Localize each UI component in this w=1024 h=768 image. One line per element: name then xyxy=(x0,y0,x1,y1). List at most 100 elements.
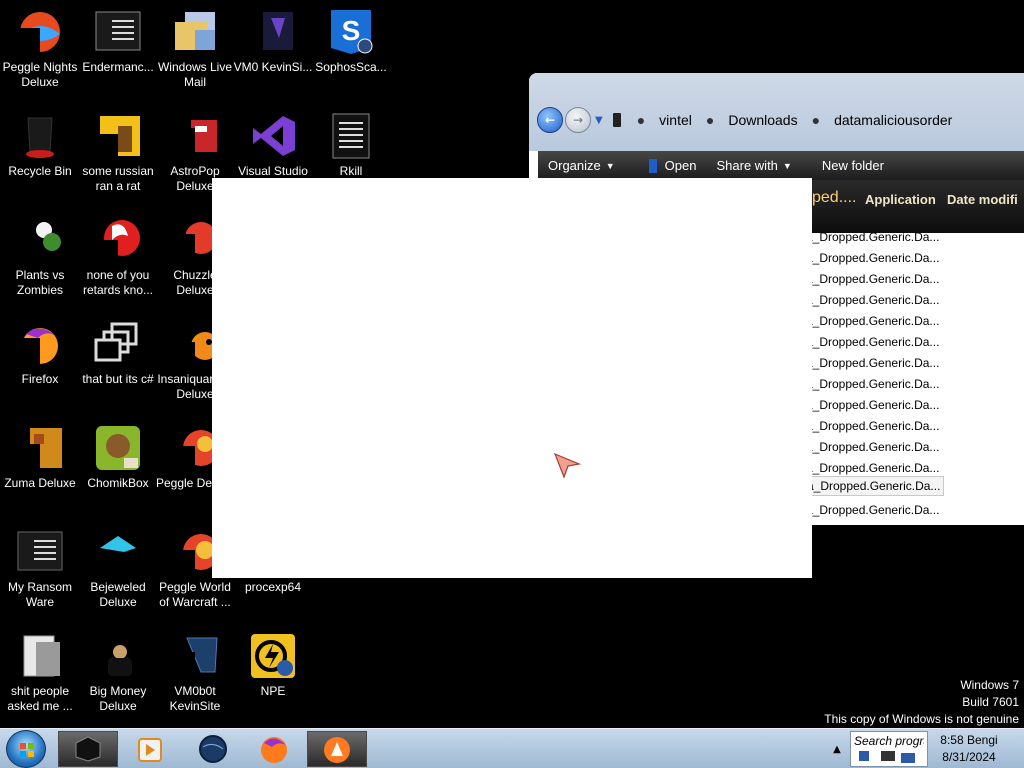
taskbar-explorer-button[interactable] xyxy=(58,731,118,767)
taskbar-media-button[interactable] xyxy=(120,731,180,767)
firefox-icon xyxy=(16,320,64,368)
start-button[interactable] xyxy=(6,730,46,768)
clock[interactable]: 8:58 Bengi 8/31/2024 xyxy=(934,732,1004,766)
desktop-icon-npe[interactable]: NPE xyxy=(233,624,313,724)
open-label: Open xyxy=(664,158,697,173)
file-row[interactable]: a_Dropped.Generic.Da... xyxy=(806,458,939,478)
desktop-icon-windows-live-mail[interactable]: Windows Live Mail xyxy=(155,0,235,100)
app-icon xyxy=(249,8,297,56)
file-row[interactable]: a_Dropped.Generic.Da... xyxy=(806,269,939,289)
share-with-button[interactable]: Share with ▼ xyxy=(706,158,801,173)
network-icon xyxy=(859,751,915,763)
file-row[interactable]: a_Dropped.Generic.Da... xyxy=(806,500,939,520)
column-name[interactable]: ped.... xyxy=(812,189,856,207)
address-bar[interactable]: ← → ▼ ● vintel ● Downloads ● datamalicio… xyxy=(537,105,1024,135)
column-date-modified[interactable]: Date modifi xyxy=(947,192,1018,207)
desktop-icon-that-but-its-csharp[interactable]: that but its c# xyxy=(78,312,158,412)
windows-watermark: Windows 7 Build 7601 This copy of Window… xyxy=(824,677,1019,728)
file-row[interactable]: a_Dropped.Generic.Da... xyxy=(806,395,939,415)
zuma-deluxe-icon xyxy=(16,424,64,472)
watermark-build: Build 7601 xyxy=(962,695,1019,709)
file-row[interactable]: a_Dropped.Generic.Da... xyxy=(806,332,939,352)
new-folder-label: New folder xyxy=(821,158,884,173)
start-search-box[interactable] xyxy=(850,731,928,767)
recent-pages-dropdown[interactable]: ▼ xyxy=(595,115,603,126)
astropop-icon xyxy=(171,112,219,160)
mouse-cursor-icon xyxy=(553,452,581,479)
app-window-icon xyxy=(648,158,657,173)
breadcrumb-downloads[interactable]: Downloads xyxy=(728,112,797,128)
file-row[interactable]: a_Dropped.Generic.Da... xyxy=(806,227,939,247)
money-bag-icon xyxy=(94,632,142,680)
breadcrumb: ● vintel ● Downloads ● datamaliciousorde… xyxy=(631,112,953,128)
folder-icon xyxy=(16,632,64,680)
back-button[interactable]: ← xyxy=(537,107,563,133)
file-row[interactable]: a_Dropped.Generic.Da... xyxy=(806,311,939,331)
peggle-nights-icon xyxy=(16,8,64,56)
desktop-icon-peggle-nights[interactable]: Peggle Nights Deluxe xyxy=(0,0,80,100)
desktop-icon-some-russian[interactable]: some russian ran a rat xyxy=(78,104,158,204)
breadcrumb-vintel[interactable]: vintel xyxy=(659,112,692,128)
desktop-icon-vm0-kevinsi[interactable]: VM0 KevinSi... xyxy=(233,0,313,100)
open-button[interactable]: Open xyxy=(639,158,707,173)
blank-white-window[interactable] xyxy=(212,178,812,578)
file-row-selected[interactable]: a_Dropped.Generic.Da... xyxy=(803,476,945,496)
watermark-os: Windows 7 xyxy=(960,678,1019,692)
column-type[interactable]: Application xyxy=(865,192,936,207)
breadcrumb-datamaliciousorder[interactable]: datamaliciousorder xyxy=(834,112,952,128)
new-folder-button[interactable]: New folder xyxy=(812,158,894,173)
command-bar: Organize ▼ Open Share with ▼ New folder xyxy=(538,151,1024,180)
file-row[interactable]: a_Dropped.Generic.Da... xyxy=(806,353,939,373)
desktop-icon-my-ransom-ware[interactable]: My Ransom Ware xyxy=(0,520,80,620)
desktop-icon-shit-people-asked[interactable]: shit people asked me ... xyxy=(0,624,80,724)
desktop-icon-chomikbox[interactable]: ChomikBox xyxy=(78,416,158,516)
document-icon xyxy=(94,112,142,160)
console-app-icon xyxy=(94,8,142,56)
forward-arrow-icon: → xyxy=(572,113,584,127)
share-with-label: Share with xyxy=(716,158,778,173)
show-hidden-icons-button[interactable]: ▲ xyxy=(828,729,846,768)
desktop-icon-plants-vs-zombies[interactable]: Plants vs Zombies xyxy=(0,208,80,308)
desktop-icon-firefox[interactable]: Firefox xyxy=(0,312,80,412)
file-row[interactable]: a_Dropped.Generic.Da... xyxy=(806,437,939,457)
file-row[interactable]: a_Dropped.Generic.Da... xyxy=(806,248,939,268)
console-app-icon xyxy=(16,528,64,576)
desktop-icon-vm0b0t-kevinsite[interactable]: VM0b0t KevinSite xyxy=(155,624,235,724)
desktop-icon-recycle-bin[interactable]: Recycle Bin xyxy=(0,104,80,204)
chevron-down-icon: ▼ xyxy=(782,160,792,171)
chevron-down-icon: ▼ xyxy=(605,160,615,171)
copy-windows-icon xyxy=(94,320,142,368)
desktop-icon-bejeweled-deluxe[interactable]: Bejeweled Deluxe xyxy=(78,520,158,620)
desktop-icon-big-money-deluxe[interactable]: Big Money Deluxe xyxy=(78,624,158,724)
taskbar-avast-button[interactable] xyxy=(307,731,367,767)
file-row[interactable]: a_Dropped.Generic.Da... xyxy=(806,374,939,394)
taskbar: ▲ 8:58 Bengi 8/31/2024 xyxy=(0,728,1024,768)
sophos-icon: S xyxy=(327,8,375,56)
explorer-app-icon xyxy=(75,736,101,762)
back-arrow-icon: ← xyxy=(544,113,556,127)
app-icon xyxy=(94,216,142,264)
globe-icon xyxy=(199,735,227,763)
desktop-icon-zuma-deluxe[interactable]: Zuma Deluxe xyxy=(0,416,80,516)
explorer-frame: ← → ▼ ● vintel ● Downloads ● datamalicio… xyxy=(529,73,1024,151)
forward-button[interactable]: → xyxy=(565,107,591,133)
folder-path-icon xyxy=(612,113,621,127)
taskbar-firefox-button[interactable] xyxy=(244,731,304,767)
visual-studio-icon xyxy=(249,112,297,160)
organize-label: Organize xyxy=(548,158,601,173)
clock-date: 8/31/2024 xyxy=(942,750,996,764)
desktop-icon-none-of-you[interactable]: none of you retards kno... xyxy=(78,208,158,308)
file-row[interactable]: a_Dropped.Generic.Da... xyxy=(806,416,939,436)
file-row[interactable]: a_Dropped.Generic.Da... xyxy=(806,290,939,310)
search-input[interactable] xyxy=(851,732,927,750)
app-icon xyxy=(171,632,219,680)
organize-button[interactable]: Organize ▼ xyxy=(538,158,625,173)
taskbar-globe-button[interactable] xyxy=(183,731,243,767)
windows-logo-icon xyxy=(20,743,34,757)
npe-icon xyxy=(249,632,297,680)
firefox-icon xyxy=(261,737,287,763)
breadcrumb-separator-icon: ● xyxy=(811,112,821,128)
watermark-genuine-notice: This copy of Windows is not genuine xyxy=(824,712,1019,726)
desktop-icon-sophosscan[interactable]: S SophosSca... xyxy=(311,0,391,100)
desktop-icon-endermanc[interactable]: Endermanc... xyxy=(78,0,158,100)
